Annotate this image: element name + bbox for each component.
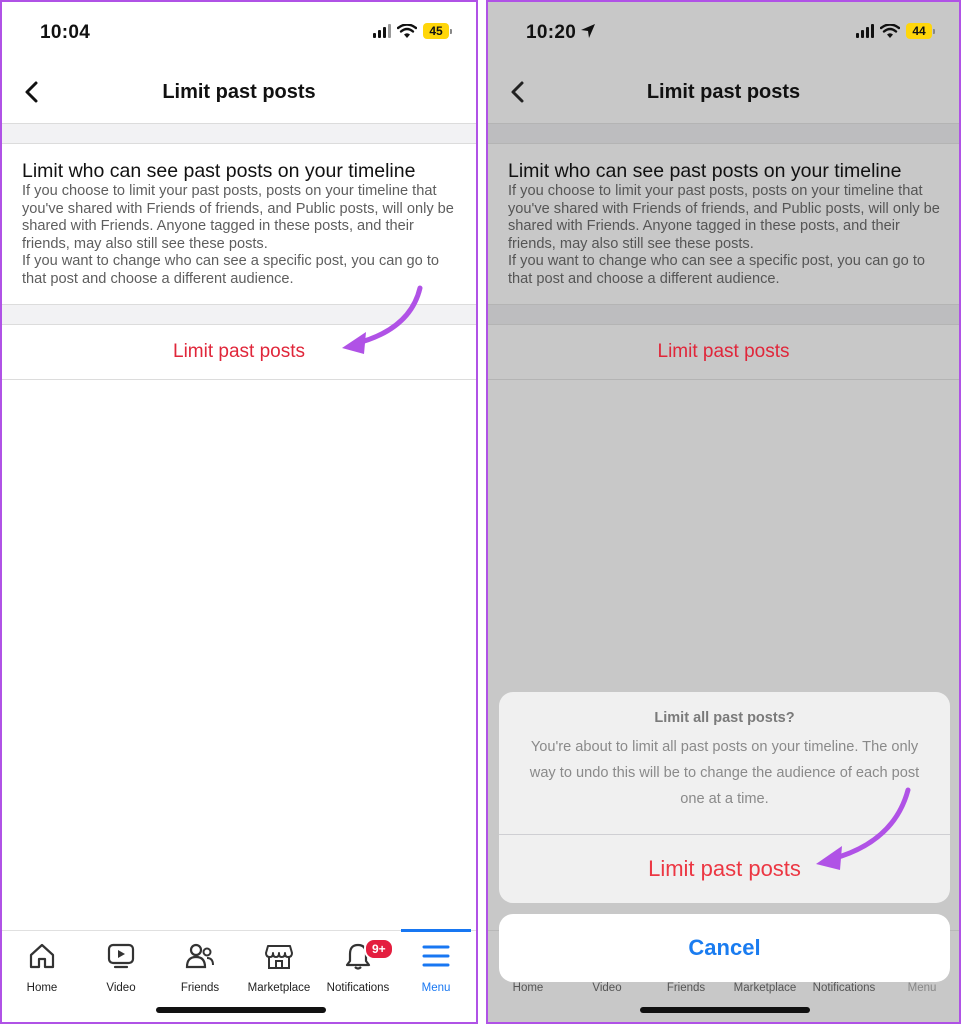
status-bar: 10:04 45	[2, 2, 476, 64]
section-title: Limit who can see past posts on your tim…	[22, 160, 416, 182]
nav-bar: Limit past posts	[488, 64, 959, 122]
wifi-icon	[880, 23, 900, 39]
cellular-signal-icon	[373, 24, 391, 38]
tab-label: Friends	[666, 982, 706, 994]
description-section: Limit who can see past posts on your tim…	[22, 159, 462, 289]
divider	[2, 379, 476, 380]
tab-video[interactable]: Video	[81, 939, 161, 994]
left-phone-screen: 10:04 45 Limit past posts Limit who can …	[0, 0, 478, 1024]
location-arrow-icon	[581, 24, 596, 38]
friends-icon	[185, 943, 214, 969]
tab-label: Video	[592, 982, 622, 994]
status-time-text: 10:20	[526, 22, 577, 43]
status-icons: 44	[856, 23, 935, 39]
tab-label: Menu	[907, 982, 937, 994]
tab-menu[interactable]: Menu	[396, 939, 476, 994]
section-gap	[488, 305, 959, 324]
home-icon	[29, 943, 55, 969]
tab-label: Friends	[180, 982, 220, 994]
battery-level: 45	[423, 23, 449, 39]
limit-past-posts-button: Limit past posts	[488, 325, 959, 379]
action-sheet-title: Limit all past posts?	[654, 710, 795, 726]
page-title: Limit past posts	[162, 81, 316, 103]
active-tab-indicator	[401, 929, 471, 932]
video-icon	[107, 943, 135, 969]
battery-icon: 44	[906, 23, 935, 39]
tab-friends[interactable]: Friends	[160, 939, 240, 994]
annotation-arrow-icon	[816, 787, 911, 870]
tab-label: Home	[26, 982, 58, 994]
section-gap	[488, 124, 959, 143]
nav-bar: Limit past posts	[2, 64, 476, 122]
tab-label: Marketplace	[247, 982, 311, 994]
tab-label: Video	[106, 982, 136, 994]
tab-label: Notifications	[812, 982, 876, 994]
cellular-signal-icon	[856, 24, 874, 38]
page-title: Limit past posts	[646, 81, 801, 103]
notification-badge: 9+	[364, 938, 394, 960]
menu-icon	[422, 945, 450, 967]
cancel-button[interactable]: Cancel	[499, 914, 950, 982]
section-title: Limit who can see past posts on your tim…	[508, 160, 902, 182]
limit-past-posts-label: Limit past posts	[657, 341, 790, 362]
limit-past-posts-label: Limit past posts	[173, 341, 305, 362]
section-body: If you choose to limit your past posts, …	[22, 183, 454, 252]
tab-label: Notifications	[326, 982, 390, 994]
section-body-2: If you want to change who can see a spec…	[508, 253, 925, 287]
right-phone-screen: 10:20 44 Limit past posts Limit who can …	[486, 0, 961, 1024]
tab-label: Menu	[421, 982, 451, 994]
section-body: If you choose to limit your past posts, …	[508, 183, 940, 252]
tab-home[interactable]: Home	[2, 939, 82, 994]
battery-level: 44	[906, 23, 932, 39]
divider	[488, 379, 959, 380]
divider	[488, 143, 959, 144]
wifi-icon	[397, 23, 417, 39]
tab-marketplace[interactable]: Marketplace	[239, 939, 319, 994]
status-bar: 10:20 44	[488, 2, 959, 64]
tab-label: Home	[512, 982, 544, 994]
section-gap	[2, 124, 476, 143]
home-indicator	[640, 1007, 810, 1013]
status-time: 10:04	[40, 22, 91, 43]
description-section: Limit who can see past posts on your tim…	[508, 159, 945, 289]
status-time: 10:20	[526, 22, 596, 44]
divider	[2, 143, 476, 144]
marketplace-icon	[265, 945, 293, 969]
status-icons: 45	[373, 23, 452, 39]
home-indicator	[156, 1007, 326, 1013]
tab-label: Marketplace	[733, 982, 797, 994]
battery-icon: 45	[423, 23, 452, 39]
tab-notifications[interactable]: 9+ Notifications	[318, 938, 398, 994]
annotation-arrow-icon	[342, 285, 423, 354]
